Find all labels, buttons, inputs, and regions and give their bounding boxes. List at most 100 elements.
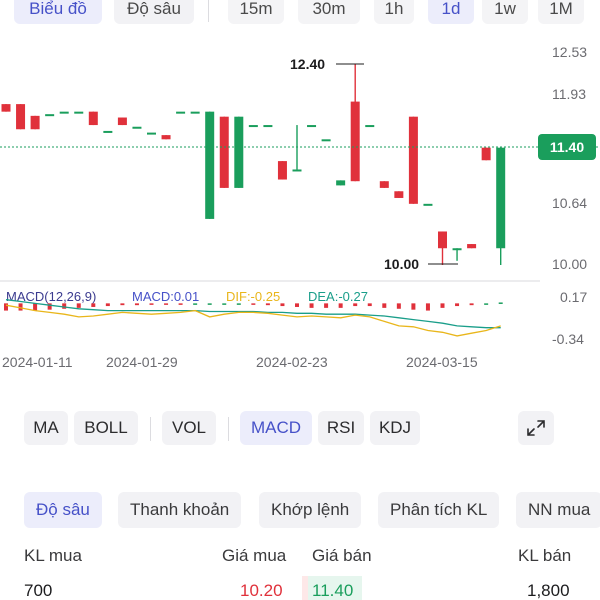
macd-histogram-bar [207,303,212,305]
indicator-boll[interactable]: BOLL [74,411,138,445]
macd-histogram-bar [178,303,183,305]
interval-1M[interactable]: 1M [538,0,584,24]
interval-15m[interactable]: 15m [228,0,284,24]
candle-body [336,180,346,186]
macd-tick-bottom: -0.34 [552,331,584,347]
current-price-value: 11.40 [550,139,584,155]
candle-body [74,111,84,114]
candle-body [205,111,215,219]
indicator-bar: MA BOLL VOL MACD RSI KDJ [0,411,600,447]
indicator-vol[interactable]: VOL [162,411,216,445]
tab-volume-analysis[interactable]: Phân tích KL [378,492,500,528]
macd-tick-top: 0.17 [560,289,587,305]
ask-volume: 1,800 [527,581,570,600]
macd-layer [4,299,503,337]
indicator-rsi[interactable]: RSI [318,411,364,445]
candle-body [103,130,113,133]
indicator-ma[interactable]: MA [24,411,68,445]
header-bid-volume: KL mua [24,546,82,565]
candle-body [59,111,69,114]
macd-histogram-bar [484,303,489,305]
tab-divider [208,0,209,22]
macd-histogram-bar [455,303,460,307]
macd-histogram-bar [91,303,96,307]
date-tick-2: 2024-01-29 [106,354,178,370]
tab-liquidity[interactable]: Thanh khoản [118,492,242,528]
price-chart[interactable]: 12.53 11.93 10.64 10.00 11.40 12.40 10.0… [0,26,600,376]
tab-order-depth[interactable]: Độ sâu [24,492,102,528]
fullscreen-button[interactable] [518,411,554,445]
header-ask-volume: KL bán [518,546,572,565]
macd-histogram-bar [382,303,387,308]
macd-histogram-bar [309,303,314,308]
macd-histogram-bar [498,302,503,304]
macd-histogram-bar [18,303,23,311]
tab-depth[interactable]: Độ sâu [114,0,194,24]
macd-histogram-bar [76,303,81,308]
candle-body [219,116,229,188]
candle-body [307,125,317,128]
macd-histogram-bar [236,303,241,305]
candle-body [467,244,477,249]
top-tab-bar: Biểu đồ Độ sâu 15m 30m 1h 1d 1w 1M [0,0,600,26]
candle-body [147,132,156,135]
macd-histogram-bar [222,303,227,305]
macd-histogram-bar [62,303,67,309]
interval-1w[interactable]: 1w [482,0,528,24]
macd-histogram-bar [353,303,358,307]
candle-body [365,125,375,128]
indicator-kdj[interactable]: KDJ [370,411,420,445]
ask-price[interactable]: 11.40 [312,581,353,600]
candle-body [248,125,258,128]
header-ask-price: Giá bán [312,546,372,565]
candle-body [292,169,302,172]
macd-histogram-bar [105,303,110,307]
interval-1h[interactable]: 1h [374,0,414,24]
indicator-macd[interactable]: MACD [240,411,312,445]
macd-histogram-bar [396,303,401,309]
date-tick-4: 2024-03-15 [406,354,478,370]
tab-matched-orders[interactable]: Khớp lệnh [259,492,362,528]
expand-icon [527,420,545,436]
macd-histogram-bar [367,303,372,307]
macd-histogram-bar [324,303,329,308]
candle-body [496,147,506,249]
macd-histogram-bar [47,303,52,310]
indicator-divider [228,417,229,441]
macd-histogram-bar [295,303,299,307]
macd-histogram-bar [164,303,169,305]
macd-histogram-bar [33,303,38,311]
candle-body [394,191,404,198]
candle-body [176,111,186,114]
price-tick-11-93: 11.93 [552,86,586,102]
candle-body [277,161,287,180]
bid-volume: 700 [24,581,53,600]
low-price-label: 10.00 [384,256,419,272]
candle-body [481,147,491,161]
candle-body [30,115,40,130]
interval-30m[interactable]: 30m [298,0,360,24]
macd-histogram-bar [411,303,416,310]
candle-body [132,126,142,129]
candle-body [350,101,360,182]
candle-body [234,116,244,188]
interval-1d[interactable]: 1d [428,0,474,24]
price-tick-12-53: 12.53 [552,44,587,60]
candle-body [321,139,331,142]
indicator-divider [150,417,151,441]
macd-histogram-bar [4,303,8,311]
candlestick-layer [1,63,506,265]
candle-body [1,104,11,112]
tab-foreign-buy[interactable]: NN mua [516,492,600,528]
candle-body [88,111,98,126]
macd-histogram-bar [265,303,270,306]
candle-body [45,114,55,117]
macd-histogram-bar [149,303,154,305]
dea-value: DEA:-0.27 [308,289,368,304]
tab-chart[interactable]: Biểu đồ [14,0,102,24]
date-tick-1: 2024-01-11 [2,354,73,370]
candle-body [190,111,200,114]
bid-price[interactable]: 10.20 [240,581,283,600]
macd-histogram-bar [193,303,198,305]
dif-value: DIF:-0.25 [226,289,280,304]
